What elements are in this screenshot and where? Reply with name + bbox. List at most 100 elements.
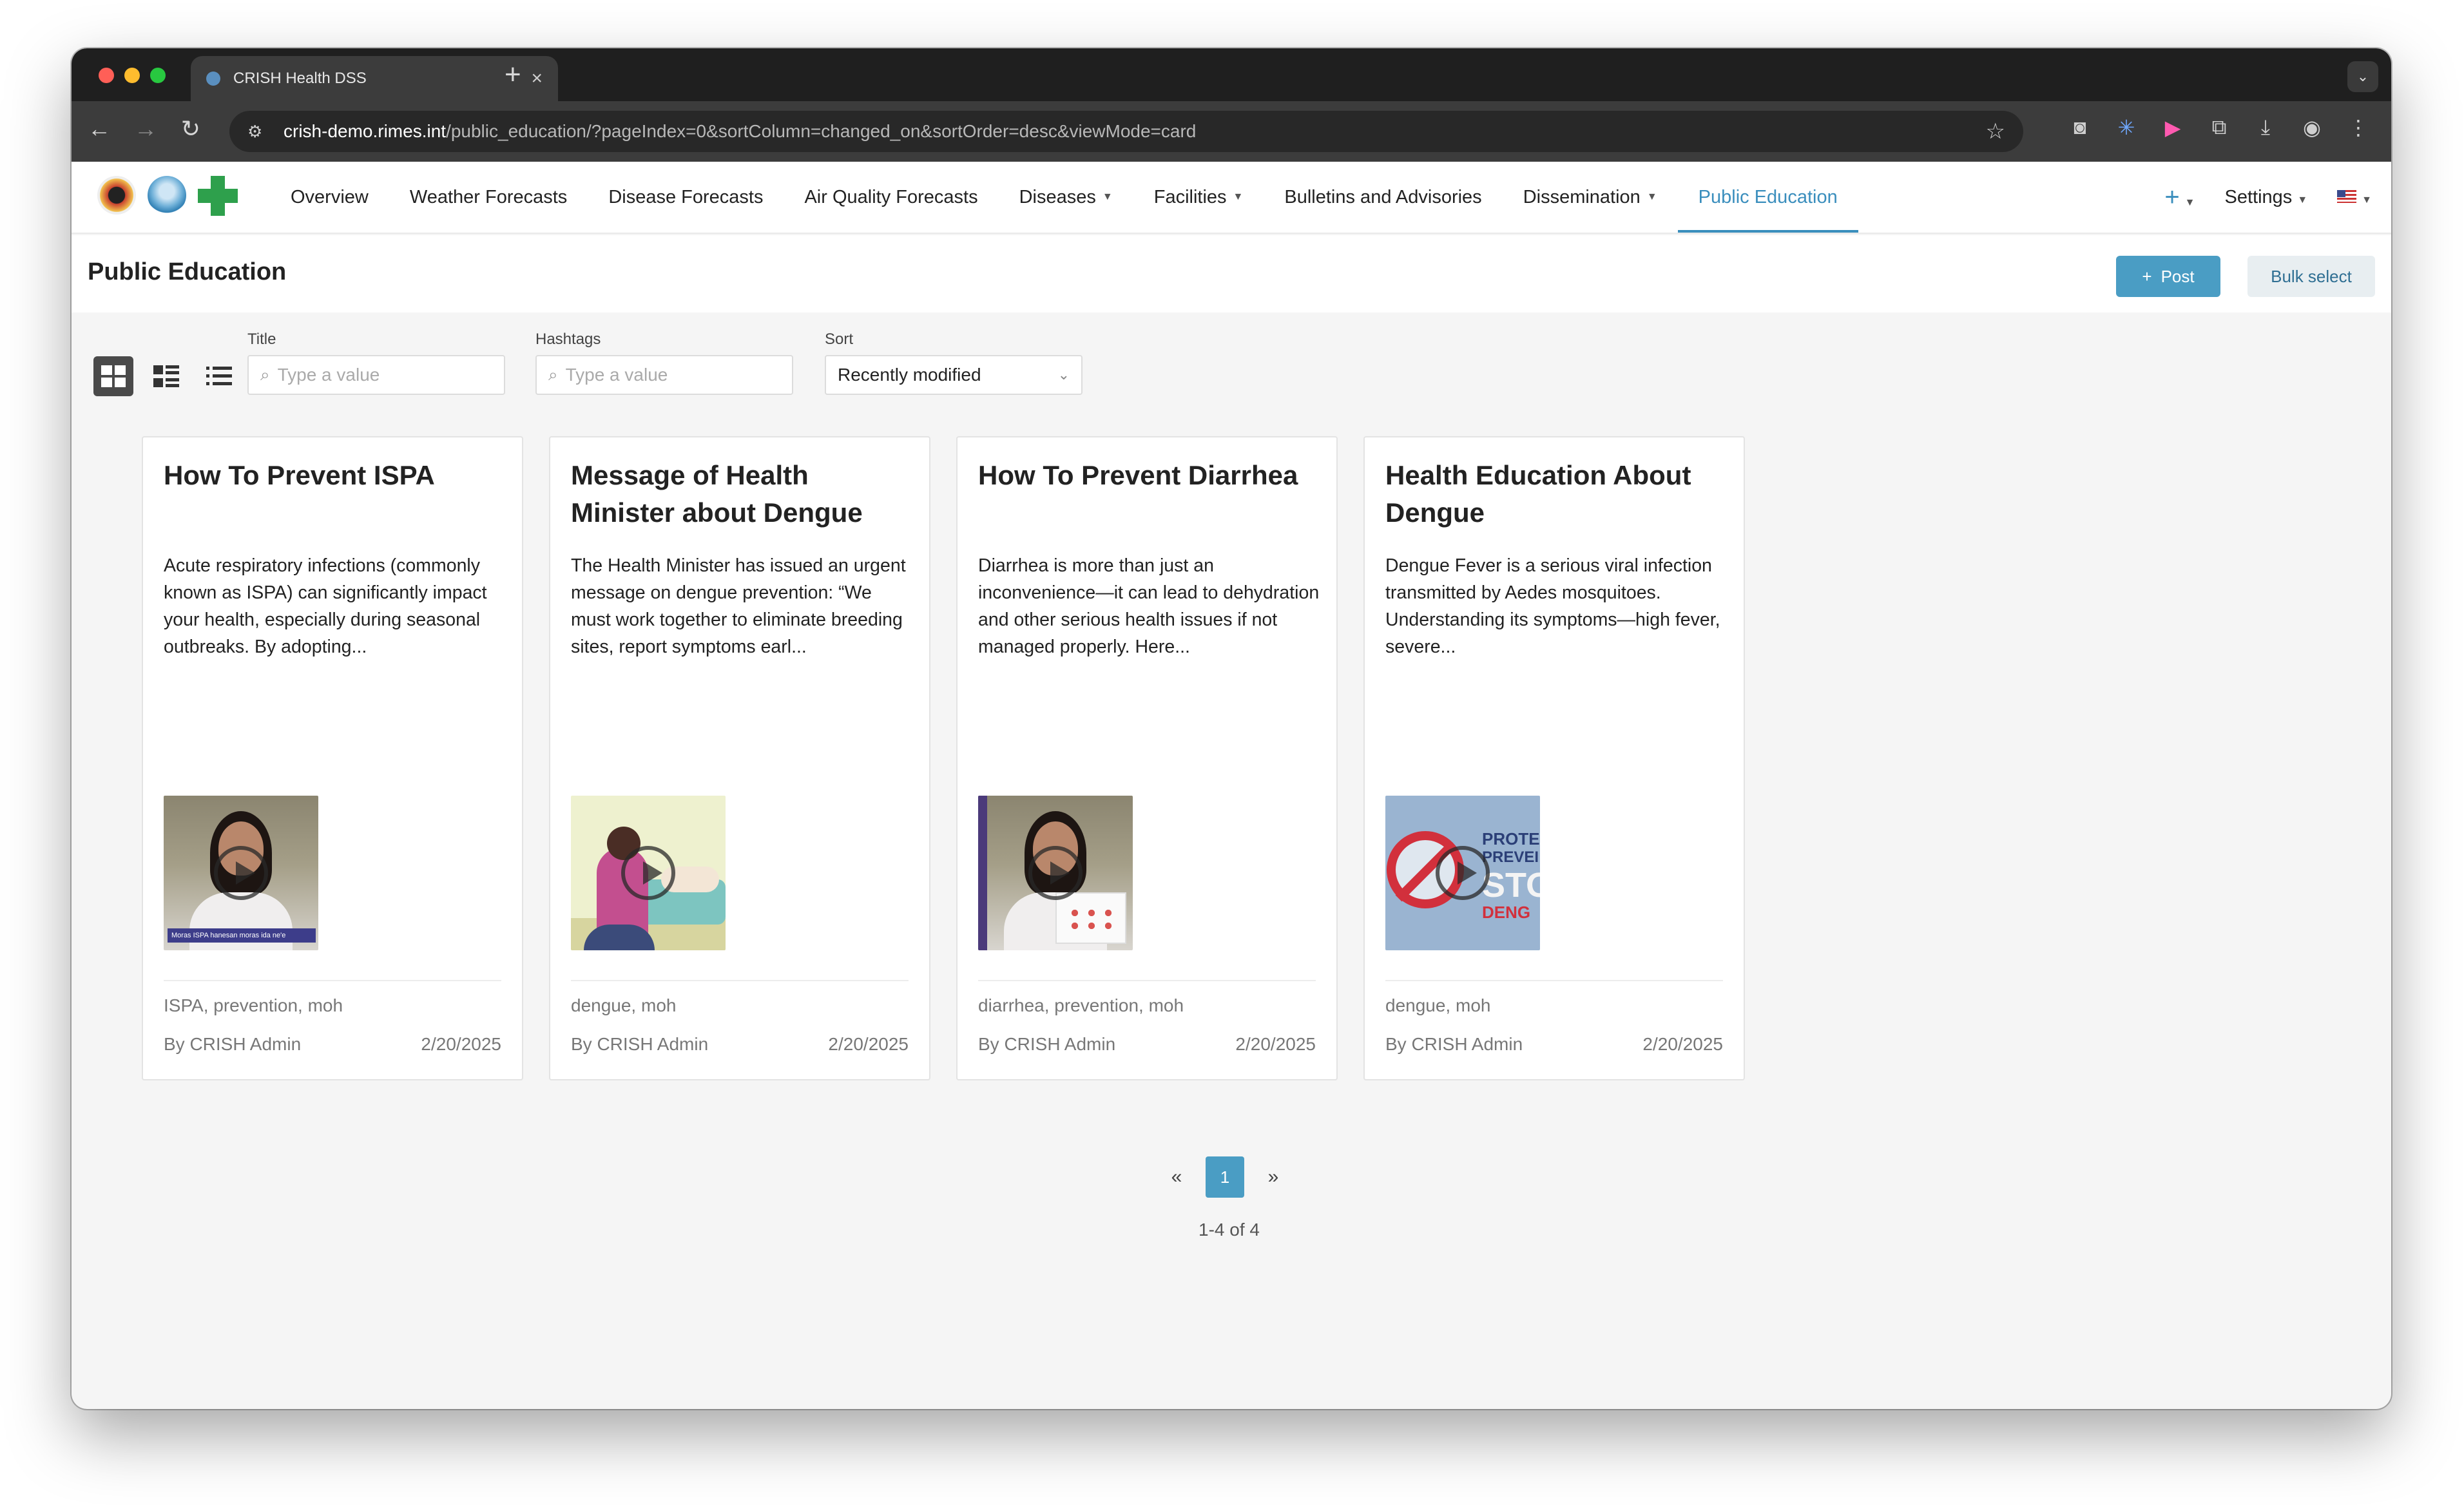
search-icon: ⌕ xyxy=(548,365,558,384)
site-settings-icon[interactable]: ⚙ xyxy=(247,120,269,142)
card-title[interactable]: Message of Health Minister about Dengue xyxy=(571,457,912,532)
hashtags-placeholder: Type a value xyxy=(565,365,668,385)
video-thumbnail[interactable]: PROTE PREVEI STO DENG xyxy=(1385,796,1540,950)
reload-icon[interactable]: ↻ xyxy=(175,115,207,142)
card-view-button[interactable] xyxy=(93,356,133,396)
nav-bulletins-advisories[interactable]: Bulletins and Advisories xyxy=(1264,162,1502,233)
card-date: 2/20/2025 xyxy=(1642,1034,1723,1054)
play-icon[interactable] xyxy=(1436,846,1490,900)
thumbnail-bar xyxy=(978,796,987,950)
nav-label: Weather Forecasts xyxy=(409,186,568,207)
page-header: Public Education + Post Bulk select xyxy=(72,235,2391,312)
post-button-label: Post xyxy=(2161,266,2195,286)
bulk-select-label: Bulk select xyxy=(2271,266,2352,286)
add-menu[interactable]: + ▼ xyxy=(2164,183,2195,212)
nav-dissemination[interactable]: Dissemination ▼ xyxy=(1503,162,1678,233)
nav-public-education[interactable]: Public Education xyxy=(1677,162,1858,233)
language-menu[interactable]: ▼ xyxy=(2337,187,2372,208)
tab-search-button[interactable]: ⌄ xyxy=(2347,61,2378,92)
nav-label: Overview xyxy=(291,186,369,207)
sparkle-icon[interactable]: ✳ xyxy=(2113,115,2140,140)
health-cross-logo[interactable] xyxy=(198,176,238,216)
post-button[interactable]: + Post xyxy=(2116,256,2220,297)
us-flag-icon xyxy=(2337,189,2357,203)
caret-down-icon: ▼ xyxy=(2184,197,2195,208)
hashtags-filter-label: Hashtags xyxy=(535,331,601,348)
card-hashtags: ISPA, prevention, moh xyxy=(164,995,343,1015)
play-icon[interactable] xyxy=(214,846,268,900)
close-tab-icon[interactable]: × xyxy=(531,68,543,90)
hashtags-filter: Hashtags ⌕ Type a value xyxy=(535,331,793,395)
card-description: Diarrhea is more than just an inconvenie… xyxy=(978,555,1320,657)
plus-icon: + xyxy=(2142,266,2152,286)
education-card[interactable]: Health Education About Dengue Dengue Fev… xyxy=(1363,436,1745,1080)
card-title[interactable]: How To Prevent Diarrhea xyxy=(978,457,1320,494)
camera-icon[interactable]: ◙ xyxy=(2066,115,2093,140)
nav-label: Bulletins and Advisories xyxy=(1284,186,1482,207)
card-hashtags: dengue, moh xyxy=(1385,995,1491,1015)
url-path: /public_education/?pageIndex=0&sortColum… xyxy=(446,121,1197,141)
video-thumbnail[interactable] xyxy=(571,796,726,950)
government-seal-logo[interactable] xyxy=(97,176,136,215)
card-title[interactable]: Health Education About Dengue xyxy=(1385,457,1727,532)
nav-air-quality-forecasts[interactable]: Air Quality Forecasts xyxy=(784,162,998,233)
media-icon[interactable]: ▶ xyxy=(2159,115,2186,140)
nav-disease-forecasts[interactable]: Disease Forecasts xyxy=(588,162,784,233)
nav-facilities[interactable]: Facilities ▼ xyxy=(1133,162,1264,233)
browser-window: CRISH Health DSS × + ⌄ ← → ↻ ⚙ crish-dem… xyxy=(72,48,2391,1409)
play-icon[interactable] xyxy=(621,846,675,900)
bulk-select-button[interactable]: Bulk select xyxy=(2247,256,2375,297)
education-card[interactable]: How To Prevent ISPA Acute respiratory in… xyxy=(142,436,523,1080)
settings-menu[interactable]: Settings ▼ xyxy=(2225,187,2308,208)
extensions-icon[interactable]: ⧉ xyxy=(2206,115,2233,140)
nav-overview[interactable]: Overview xyxy=(270,162,389,233)
split-list-icon xyxy=(153,365,179,387)
hashtags-search-input[interactable]: ⌕ Type a value xyxy=(535,355,793,395)
extension-toolbar: ◙ ✳ ▶ ⧉ ⤓ ◉ ⋮ xyxy=(2066,115,2372,140)
page-1-button[interactable]: 1 xyxy=(1206,1156,1244,1198)
profile-icon[interactable]: ◉ xyxy=(2298,115,2325,140)
divider xyxy=(978,980,1316,981)
video-thumbnail[interactable] xyxy=(978,796,1133,950)
education-card[interactable]: Message of Health Minister about Dengue … xyxy=(549,436,930,1080)
app-navbar: Overview Weather Forecasts Disease Forec… xyxy=(72,162,2391,234)
right-nav: + ▼ Settings ▼ ▼ xyxy=(2164,162,2372,233)
nav-diseases[interactable]: Diseases ▼ xyxy=(999,162,1133,233)
caret-down-icon: ▼ xyxy=(1646,191,1657,202)
video-thumbnail[interactable]: Moras ISPA hanesan moras ida ne'e xyxy=(164,796,318,950)
caret-down-icon: ▼ xyxy=(1233,191,1244,202)
nav-label: Facilities xyxy=(1153,186,1227,207)
next-page-button[interactable]: » xyxy=(1264,1166,1283,1188)
sort-select[interactable]: Recently modified ⌄ xyxy=(825,355,1083,395)
main-menu: Overview Weather Forecasts Disease Forec… xyxy=(270,162,1858,233)
meteorology-logo[interactable] xyxy=(148,176,186,215)
tab-title: CRISH Health DSS xyxy=(233,70,367,87)
sort-filter: Sort Recently modified ⌄ xyxy=(825,331,1083,395)
back-icon[interactable]: ← xyxy=(83,115,115,142)
nav-weather-forecasts[interactable]: Weather Forecasts xyxy=(389,162,588,233)
view-mode-switch xyxy=(93,356,239,396)
page-title: Public Education xyxy=(88,258,287,285)
list-view-button[interactable] xyxy=(199,356,239,396)
close-window-button[interactable] xyxy=(99,68,114,83)
maximize-window-button[interactable] xyxy=(150,68,166,83)
chevron-down-icon: ⌄ xyxy=(1057,367,1070,383)
previous-page-button[interactable]: « xyxy=(1167,1166,1186,1188)
thumbnail-text: PREVEI xyxy=(1482,848,1539,866)
play-icon[interactable] xyxy=(1028,846,1083,900)
forward-icon[interactable]: → xyxy=(130,115,162,142)
address-bar[interactable]: ⚙ crish-demo.rimes.int/public_education/… xyxy=(229,111,2023,152)
settings-label: Settings xyxy=(2224,186,2293,207)
card-hashtags: dengue, moh xyxy=(571,995,677,1015)
card-title[interactable]: How To Prevent ISPA xyxy=(164,457,505,494)
logo-group xyxy=(97,176,238,216)
compact-view-button[interactable] xyxy=(146,356,186,396)
bookmark-star-icon[interactable]: ☆ xyxy=(1986,119,2005,144)
browser-tab[interactable]: CRISH Health DSS × xyxy=(191,56,558,101)
minimize-window-button[interactable] xyxy=(124,68,140,83)
title-search-input[interactable]: ⌕ Type a value xyxy=(247,355,505,395)
kebab-menu-icon[interactable]: ⋮ xyxy=(2345,115,2372,140)
education-card[interactable]: How To Prevent Diarrhea Diarrhea is more… xyxy=(956,436,1338,1080)
download-icon[interactable]: ⤓ xyxy=(2252,115,2279,140)
new-tab-button[interactable]: + xyxy=(505,59,521,91)
